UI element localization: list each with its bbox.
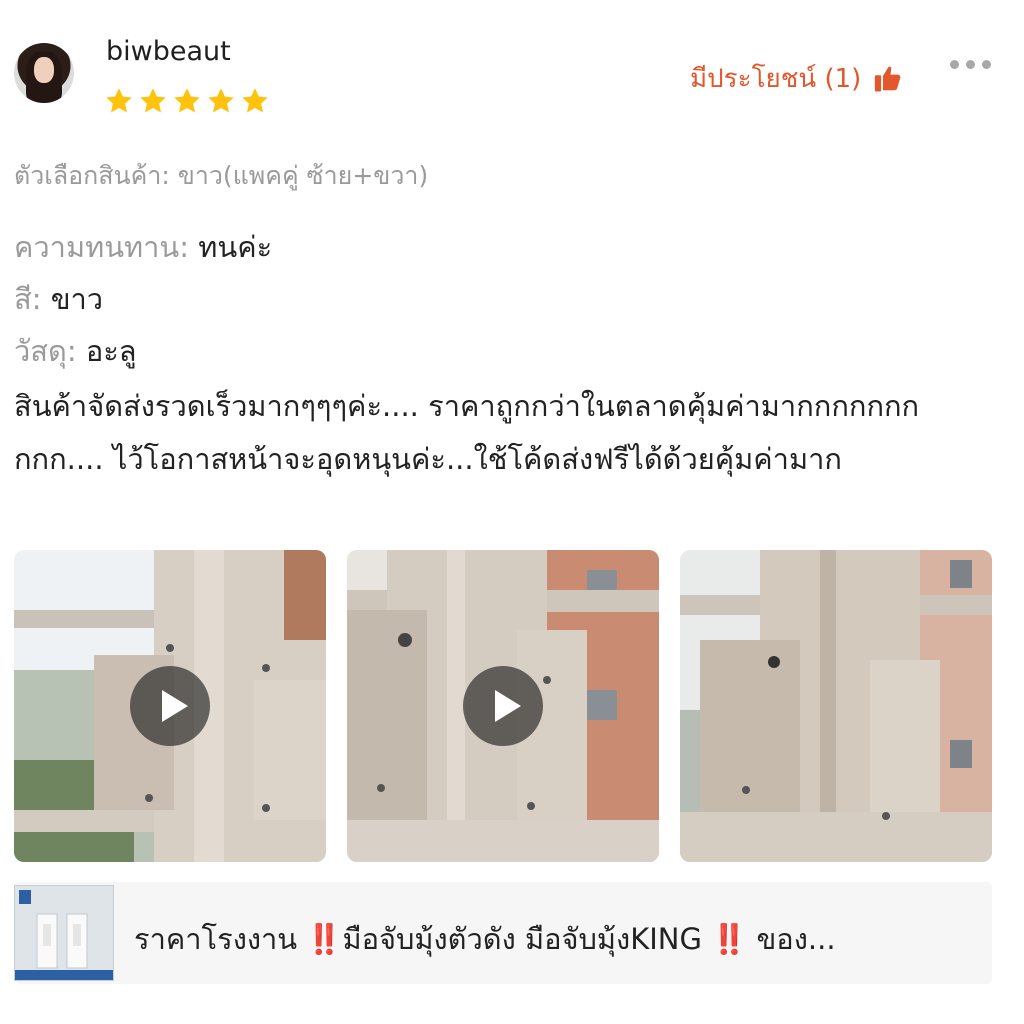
dot-icon (982, 60, 991, 69)
rating-stars (104, 86, 270, 116)
review-video-thumbnail[interactable] (14, 550, 326, 862)
thumbs-up-icon (875, 66, 901, 91)
attribute-value: ขาว (50, 282, 104, 316)
attribute-value: อะลู (85, 334, 137, 368)
reviewer-name[interactable]: biwbeaut (106, 36, 231, 67)
attribute-value: ทนค่ะ (198, 230, 273, 264)
linked-product-card[interactable]: ราคาโรงงาน ‼️มือจับมุ้งตัวดัง มือจับมุ้ง… (14, 882, 992, 984)
attribute-key: ความทนทาน: (14, 230, 190, 264)
more-options-button[interactable] (950, 60, 991, 69)
double-exclamation-icon: ‼️ (306, 922, 343, 956)
product-title-part: ของ... (747, 922, 836, 956)
attribute-durability: ความทนทาน: ทนค่ะ (14, 224, 272, 270)
play-icon[interactable] (130, 666, 210, 746)
product-title-part: มือจับมุ้งตัวดัง มือจับมุ้งKING (342, 922, 712, 956)
product-thumbnail (14, 885, 114, 981)
dot-icon (966, 60, 975, 69)
star-icon (140, 88, 166, 113)
star-icon (106, 88, 132, 113)
attribute-material: วัสดุ: อะลู (14, 328, 137, 374)
dot-icon (950, 60, 959, 69)
review-text: สินค้าจัดส่งรวดเร็วมากๆๆๆค่ะ.... ราคาถูก… (14, 389, 920, 476)
attribute-key: สี: (14, 282, 42, 316)
attribute-color: สี: ขาว (14, 276, 103, 322)
star-icon (208, 88, 234, 113)
product-title-part: ราคาโรงงาน (134, 922, 307, 956)
reviewer-avatar (14, 43, 74, 103)
review-image-thumbnail[interactable] (680, 550, 992, 862)
double-exclamation-icon: ‼️ (711, 922, 748, 956)
helpful-label: มีประโยชน์ (1) (690, 64, 862, 94)
review-video-thumbnail[interactable] (347, 550, 659, 862)
star-icon (174, 88, 200, 113)
attribute-key: วัสดุ: (14, 334, 77, 368)
product-variant: ตัวเลือกสินค้า: ขาว(แพคคู่ ซ้าย+ขวา) (14, 161, 429, 190)
star-icon (242, 88, 268, 113)
product-title[interactable]: ราคาโรงงาน ‼️มือจับมุ้งตัวดัง มือจับมุ้ง… (134, 916, 836, 962)
helpful-button[interactable]: มีประโยชน์ (1) (690, 58, 903, 99)
play-icon[interactable] (463, 666, 543, 746)
window-frame-photo (680, 550, 992, 862)
